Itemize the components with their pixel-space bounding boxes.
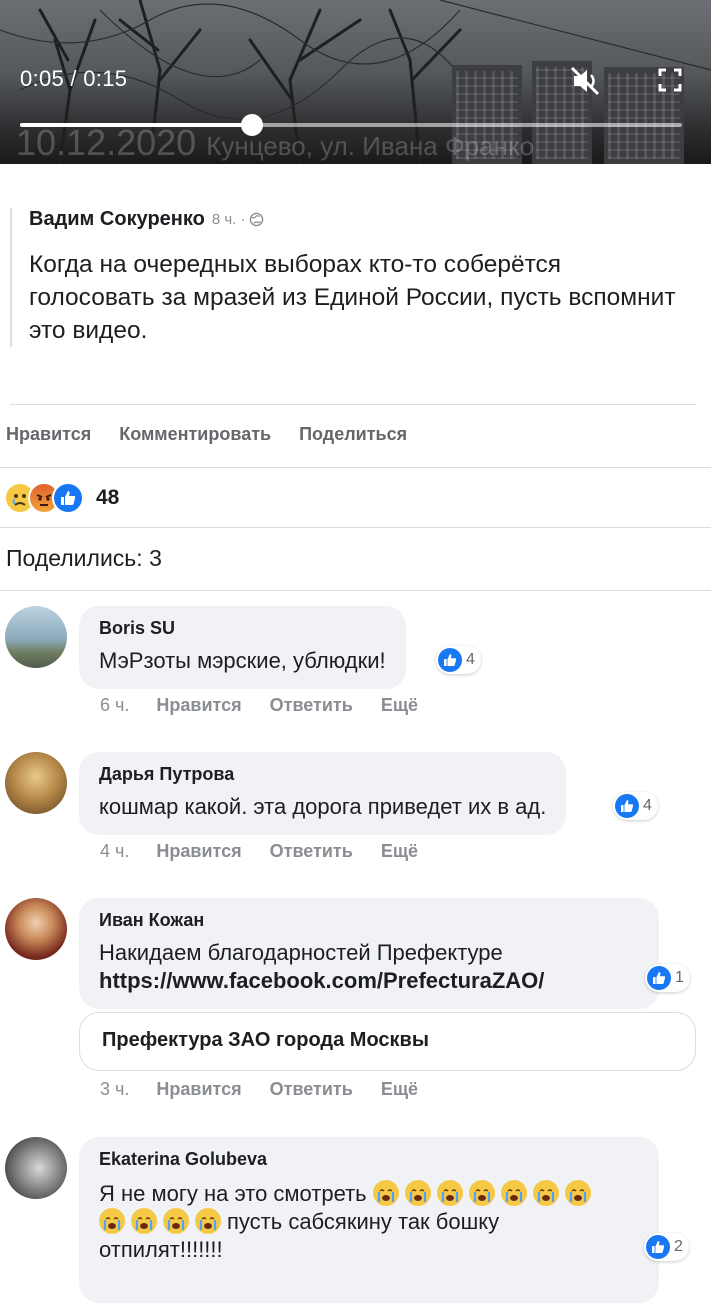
comment-text-line: Я не могу на это смотреть (99, 1180, 639, 1208)
video-progress-knob[interactable] (240, 114, 263, 136)
post-author[interactable]: Вадим Сокуренко (29, 208, 205, 231)
avatar[interactable] (5, 1137, 67, 1199)
emoji-group (99, 1208, 227, 1234)
comment-like-badge[interactable]: 4 (613, 792, 658, 820)
video-progress-bar[interactable] (20, 114, 682, 136)
comment-like-button[interactable]: Нравится (156, 841, 241, 862)
comment-text-line: пусть сабсякину так бошку (99, 1208, 639, 1236)
like-reaction-icon (647, 966, 671, 990)
comment-bubble: Иван Кожан Накидаем благодарностей Префе… (79, 898, 659, 1009)
post-text: Когда на очередных выборах кто-то соберё… (29, 251, 676, 344)
comment-more-button[interactable]: Ещё (381, 841, 418, 862)
post-actions: Нравится Комментировать Поделиться (6, 424, 435, 445)
shares-count[interactable]: Поделились: 3 (6, 545, 162, 572)
crying-emoji (195, 1208, 221, 1234)
comment-text-part: Я не могу на это смотреть (99, 1181, 367, 1206)
comment-reply-button[interactable]: Ответить (270, 841, 353, 862)
comment-like-badge[interactable]: 2 (644, 1233, 689, 1261)
comment-author[interactable]: Иван Кожан (99, 910, 639, 931)
comment-text: МэРзоты мэрские, ублюдки! (99, 648, 386, 673)
crying-emoji (131, 1208, 157, 1234)
comment-text: Накидаем благодарностей Префектуре https… (99, 939, 639, 995)
crying-emoji (532, 1180, 559, 1206)
crying-emoji (564, 1180, 591, 1206)
comment-text-line: Накидаем благодарностей Префектуре (99, 940, 503, 965)
comment-like-count: 2 (674, 1238, 683, 1255)
comment-reply-button[interactable]: Ответить (270, 695, 353, 716)
comment-text: Я не могу на это смотреть пусть сабсякин… (99, 1180, 639, 1264)
comment-time[interactable]: 3 ч. (100, 1079, 129, 1100)
comment-time[interactable]: 6 ч. (100, 695, 129, 716)
comment-bubble: Ekaterina Golubeva Я не могу на это смот… (79, 1137, 659, 1303)
divider (0, 467, 711, 468)
like-reaction-icon (438, 648, 462, 672)
divider (0, 590, 711, 591)
like-button[interactable]: Нравится (6, 424, 91, 445)
divider (0, 527, 711, 528)
comment-like-button[interactable]: Нравится (156, 695, 241, 716)
crying-emoji (163, 1208, 189, 1234)
divider (10, 404, 696, 405)
comment-actions: 6 ч. Нравится Ответить Ещё (100, 695, 446, 716)
crying-emoji (436, 1180, 463, 1206)
avatar[interactable] (5, 898, 67, 960)
comment-author[interactable]: Ekaterina Golubeva (99, 1149, 639, 1170)
comment-button[interactable]: Комментировать (119, 424, 271, 445)
comment-like-badge[interactable]: 1 (645, 964, 690, 992)
comment-more-button[interactable]: Ещё (381, 695, 418, 716)
comment-like-count: 1 (675, 969, 684, 986)
emoji-group (372, 1180, 597, 1206)
comment-author[interactable]: Дарья Путрова (99, 764, 546, 785)
link-preview-title: Префектура ЗАО города Москвы (102, 1029, 429, 1051)
crying-emoji (99, 1208, 125, 1234)
fullscreen-icon[interactable] (656, 66, 684, 94)
shared-post: Вадим Сокуренко 8 ч. · Когда на очередны… (10, 208, 689, 347)
mute-icon[interactable] (568, 64, 602, 98)
link-preview-card[interactable]: Префектура ЗАО города Москвы (79, 1012, 696, 1071)
like-reaction-icon (615, 794, 639, 818)
share-button[interactable]: Поделиться (299, 424, 407, 445)
like-reaction-icon (52, 482, 84, 514)
comment-time[interactable]: 4 ч. (100, 841, 129, 862)
post-time[interactable]: 8 ч. · (212, 211, 246, 228)
comment-bubble: Дарья Путрова кошмар какой. эта дорога п… (79, 752, 567, 835)
video-watermark: 10.12.2020 Кунцево, ул. Ивана Франко (16, 122, 535, 163)
reactions-summary[interactable]: 48 (4, 482, 119, 514)
comment-bubble: Boris SU МэРзоты мэрские, ублюдки! (79, 606, 406, 689)
comment-like-count: 4 (643, 797, 652, 814)
globe-icon (250, 212, 264, 227)
comment-like-badge[interactable]: 4 (436, 646, 481, 674)
comment-like-button[interactable]: Нравится (156, 1079, 241, 1100)
comment-more-button[interactable]: Ещё (381, 1079, 418, 1100)
comment-like-count: 4 (466, 651, 475, 668)
like-reaction-icon (646, 1235, 670, 1259)
crying-emoji (372, 1180, 399, 1206)
video-progress-fill (20, 123, 252, 127)
video-player[interactable]: 10.12.2020 Кунцево, ул. Ивана Франко 0:0… (0, 0, 711, 164)
comment-author[interactable]: Boris SU (99, 618, 386, 639)
comment-text-line: отпилят!!!!!!! (99, 1237, 223, 1262)
comment-reply-button[interactable]: Ответить (270, 1079, 353, 1100)
comment-link[interactable]: https://www.facebook.com/PrefecturaZAO/ (99, 967, 639, 995)
crying-emoji (500, 1180, 527, 1206)
avatar[interactable] (5, 606, 67, 668)
crying-emoji (404, 1180, 431, 1206)
comment-actions: 3 ч. Нравится Ответить Ещё (100, 1079, 446, 1100)
video-time: 0:05 / 0:15 (20, 66, 128, 91)
comment-actions: 4 ч. Нравится Ответить Ещё (100, 841, 446, 862)
comment-text-part: пусть сабсякину так бошку (227, 1209, 500, 1234)
comment-text: кошмар какой. эта дорога приведет их в а… (99, 794, 547, 819)
avatar[interactable] (5, 752, 67, 814)
crying-emoji (468, 1180, 495, 1206)
reactions-count: 48 (96, 486, 120, 509)
